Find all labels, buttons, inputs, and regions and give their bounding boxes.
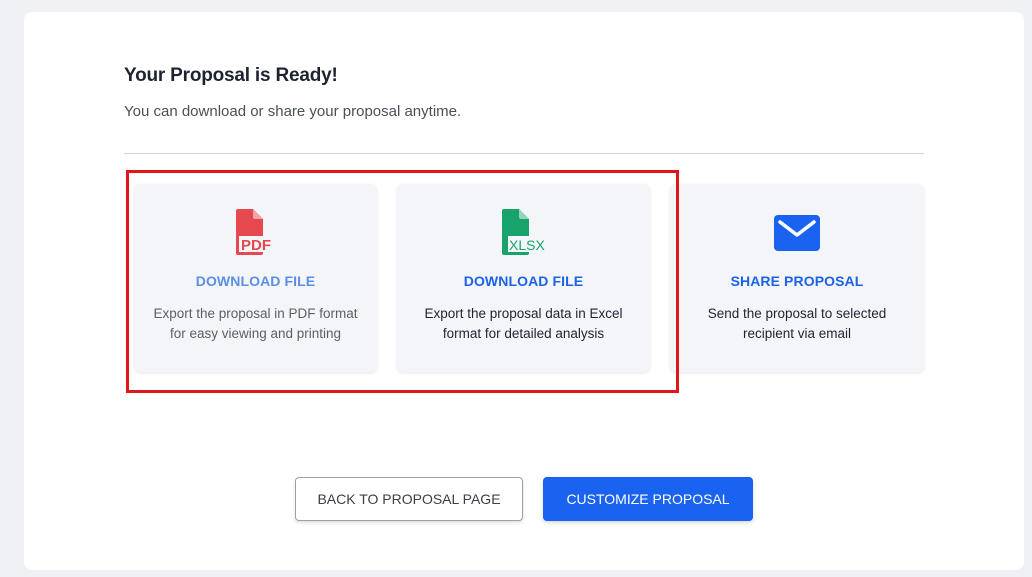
share-proposal-label: SHARE PROPOSAL <box>730 273 864 289</box>
divider <box>124 153 924 154</box>
share-proposal-description-line1: Send the proposal to selected <box>707 306 887 321</box>
page-title: Your Proposal is Ready! <box>124 65 338 86</box>
proposal-ready-panel: Your Proposal is Ready! You can download… <box>24 12 1024 570</box>
highlight-annotation-box <box>126 170 679 393</box>
back-to-proposal-button[interactable]: BACK TO PROPOSAL PAGE <box>295 477 523 521</box>
envelope-icon <box>774 215 820 251</box>
share-proposal-description: Send the proposal to selected recipient … <box>680 304 914 344</box>
page-subtitle: You can download or share your proposal … <box>124 103 462 120</box>
share-proposal-card[interactable]: SHARE PROPOSAL Send the proposal to sele… <box>670 184 924 372</box>
customize-proposal-button[interactable]: CUSTOMIZE PROPOSAL <box>543 477 753 521</box>
share-proposal-description-line2: recipient via email <box>742 326 852 341</box>
